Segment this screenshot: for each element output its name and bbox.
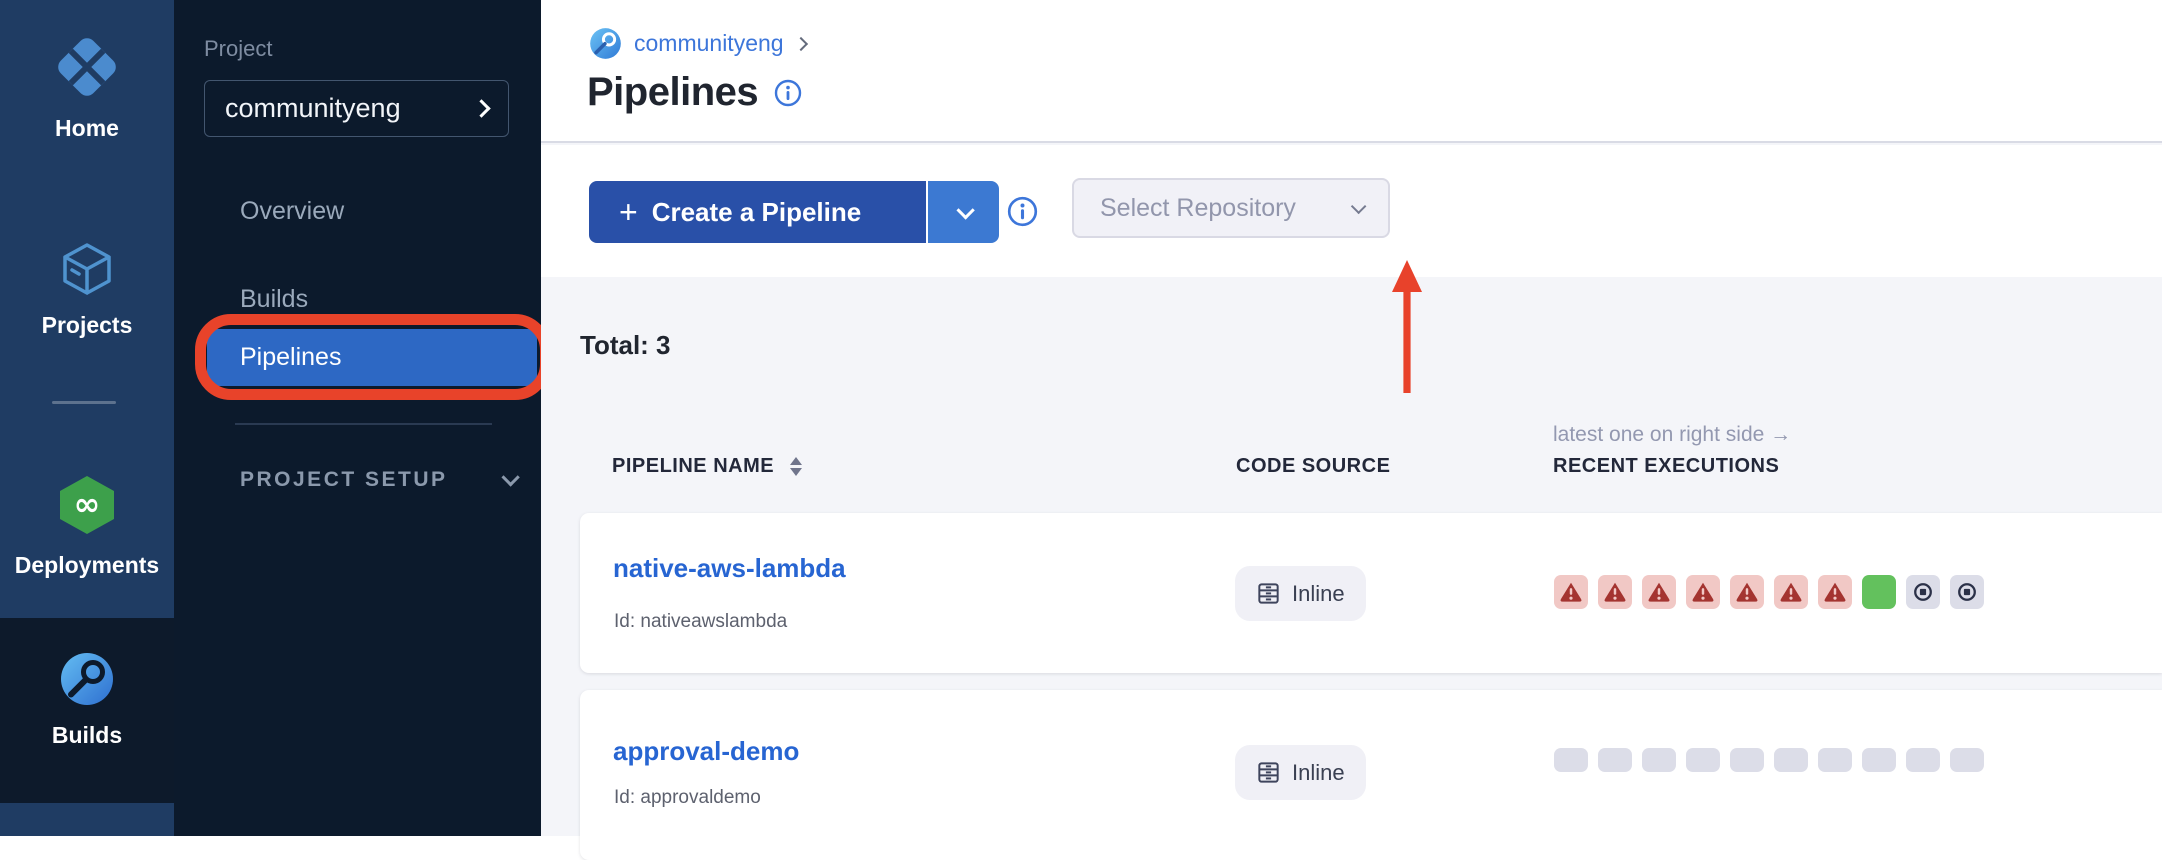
- sidebar-item-label: Pipelines: [240, 343, 341, 372]
- rail-item-label: Projects: [0, 312, 174, 339]
- sort-icon[interactable]: [790, 457, 802, 476]
- execution-status-error[interactable]: [1554, 575, 1588, 609]
- project-selector[interactable]: communityeng: [204, 80, 509, 137]
- info-icon[interactable]: [774, 79, 802, 107]
- project-setup-label: PROJECT SETUP: [240, 468, 447, 491]
- execution-status-error[interactable]: [1642, 575, 1676, 609]
- execution-status-error[interactable]: [1818, 575, 1852, 609]
- title-row: Pipelines: [587, 70, 802, 115]
- sidebar-item-pipelines[interactable]: Pipelines: [207, 329, 537, 386]
- column-header-code-source: CODE SOURCE: [1236, 455, 1390, 478]
- project-selector-value: communityeng: [225, 93, 475, 124]
- chevron-right-icon: [472, 99, 490, 117]
- execution-status-empty: [1950, 748, 1984, 772]
- project-sidebar: Project communityeng Overview Builds Pip…: [174, 0, 541, 836]
- pipeline-name-link[interactable]: native-aws-lambda: [613, 553, 846, 584]
- execution-status-empty: [1730, 748, 1764, 772]
- execution-status-error[interactable]: [1730, 575, 1764, 609]
- total-count: Total: 3: [580, 330, 671, 361]
- execution-status-empty: [1598, 748, 1632, 772]
- rail-item-deployments[interactable]: ∞ Deployments: [0, 473, 174, 579]
- chevron-down-icon: [501, 468, 519, 486]
- pipeline-row[interactable]: native-aws-lambda Id: nativeawslambda In…: [580, 513, 2162, 673]
- svg-text:∞: ∞: [74, 485, 101, 523]
- rail-item-projects[interactable]: Projects: [0, 241, 174, 339]
- execution-status-success[interactable]: [1862, 575, 1896, 609]
- rail-item-home[interactable]: Home: [0, 34, 174, 142]
- execution-status-error[interactable]: [1598, 575, 1632, 609]
- module-rail: Home Projects ∞ Deployments Builds: [0, 0, 174, 836]
- info-icon[interactable]: [1007, 196, 1038, 227]
- execution-status-aborted[interactable]: [1906, 575, 1940, 609]
- breadcrumb-project-link[interactable]: communityeng: [634, 30, 784, 57]
- inline-store-icon: [1256, 581, 1281, 606]
- breadcrumb-chevron-icon: [794, 36, 808, 50]
- code-source-badge: Inline: [1235, 745, 1366, 800]
- sidebar-item-overview[interactable]: Overview: [240, 197, 344, 226]
- sidebar-divider: [235, 423, 492, 425]
- pipeline-name-link[interactable]: approval-demo: [613, 736, 799, 767]
- page-title: Pipelines: [587, 70, 758, 115]
- code-source-label: Inline: [1292, 581, 1345, 607]
- executions-hint: latest one on right side →: [1553, 423, 1791, 447]
- chevron-down-icon: [956, 201, 974, 219]
- execution-status-error[interactable]: [1686, 575, 1720, 609]
- rail-item-label: Builds: [0, 722, 174, 749]
- plus-icon: +: [619, 196, 638, 228]
- execution-status-empty: [1774, 748, 1808, 772]
- rail-item-label: Home: [0, 115, 174, 142]
- rail-item-label: Deployments: [0, 552, 174, 579]
- page-header: communityeng Pipelines: [541, 0, 2162, 143]
- pipeline-id: Id: approvaldemo: [614, 787, 761, 809]
- sidebar-item-builds[interactable]: Builds: [240, 285, 308, 314]
- project-setup-section[interactable]: PROJECT SETUP: [240, 468, 515, 492]
- projects-icon: [60, 241, 114, 297]
- breadcrumb: communityeng: [589, 27, 806, 60]
- execution-status-empty: [1554, 748, 1588, 772]
- repository-select[interactable]: Select Repository: [1072, 178, 1390, 238]
- rail-divider: [52, 401, 116, 404]
- execution-status-empty: [1906, 748, 1940, 772]
- execution-status-empty: [1642, 748, 1676, 772]
- execution-status-error[interactable]: [1774, 575, 1808, 609]
- home-icon: [55, 34, 119, 100]
- ci-module-icon: [589, 27, 622, 60]
- code-source-badge: Inline: [1235, 566, 1366, 621]
- chevron-down-icon: [1351, 198, 1367, 214]
- recent-executions: [1554, 748, 1984, 772]
- builds-icon: [59, 651, 115, 707]
- recent-executions: [1554, 575, 1984, 609]
- project-label: Project: [204, 36, 272, 62]
- create-pipeline-button-group: + Create a Pipeline: [589, 181, 999, 243]
- column-header-pipeline-name[interactable]: PIPELINE NAME: [612, 455, 802, 478]
- inline-store-icon: [1256, 760, 1281, 785]
- deployments-icon: ∞: [56, 473, 118, 537]
- execution-status-empty: [1862, 748, 1896, 772]
- create-pipeline-dropdown-button[interactable]: [928, 181, 999, 243]
- pipeline-row[interactable]: approval-demo Id: approvaldemo Inline: [580, 690, 2162, 860]
- execution-status-aborted[interactable]: [1950, 575, 1984, 609]
- toolbar: + Create a Pipeline Select Repository: [541, 145, 2162, 277]
- create-pipeline-button[interactable]: + Create a Pipeline: [589, 181, 926, 243]
- pipeline-id: Id: nativeawslambda: [614, 611, 787, 633]
- rail-item-builds[interactable]: Builds: [0, 651, 174, 749]
- column-header-recent-executions: RECENT EXECUTIONS: [1553, 455, 1779, 478]
- create-pipeline-label: Create a Pipeline: [652, 197, 862, 228]
- code-source-label: Inline: [1292, 760, 1345, 786]
- execution-status-empty: [1818, 748, 1852, 772]
- execution-status-empty: [1686, 748, 1720, 772]
- main-content: communityeng Pipelines + Create a Pipeli…: [541, 0, 2162, 836]
- repository-select-placeholder: Select Repository: [1100, 194, 1351, 223]
